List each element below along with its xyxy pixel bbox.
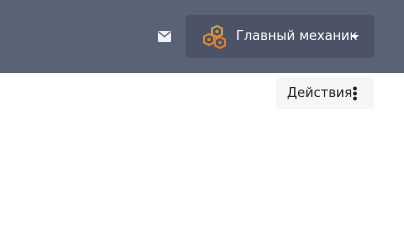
- actions-button[interactable]: Действия: [276, 78, 374, 109]
- gears-logo-icon: [203, 24, 226, 50]
- top-navigation-bar: Главный механик: [0, 0, 404, 73]
- user-name-label: Главный механик: [236, 29, 358, 44]
- user-menu-dropdown[interactable]: Главный механик: [186, 15, 374, 58]
- vertical-dots-icon: [353, 86, 357, 101]
- envelope-icon[interactable]: [158, 31, 171, 42]
- actions-label: Действия: [287, 86, 353, 101]
- caret-down-icon: [351, 35, 359, 39]
